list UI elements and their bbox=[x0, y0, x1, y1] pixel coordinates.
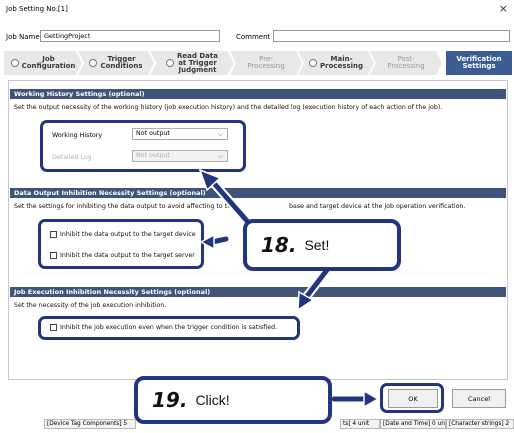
status-units: ts] 4 unit bbox=[340, 419, 380, 429]
callout-step-text: Click! bbox=[195, 392, 230, 408]
instruction-arrows bbox=[198, 168, 380, 409]
callout-step-18: 18. Set! bbox=[243, 219, 401, 271]
callout-step-number: 18. bbox=[261, 233, 297, 257]
ok-button[interactable]: OK bbox=[388, 389, 438, 408]
status-device-tag: [Device Tag Components] 5 bbox=[44, 419, 136, 429]
callout-step-19: 19. Click! bbox=[134, 376, 332, 424]
status-date-time: [Date and Time] 0 unit bbox=[380, 419, 446, 429]
callout-step-text: Set! bbox=[304, 237, 330, 253]
status-character-strings: [Character strings] 2 bbox=[446, 419, 514, 429]
cancel-button[interactable]: Cancel bbox=[452, 389, 506, 408]
callout-step-number: 19. bbox=[152, 388, 188, 412]
